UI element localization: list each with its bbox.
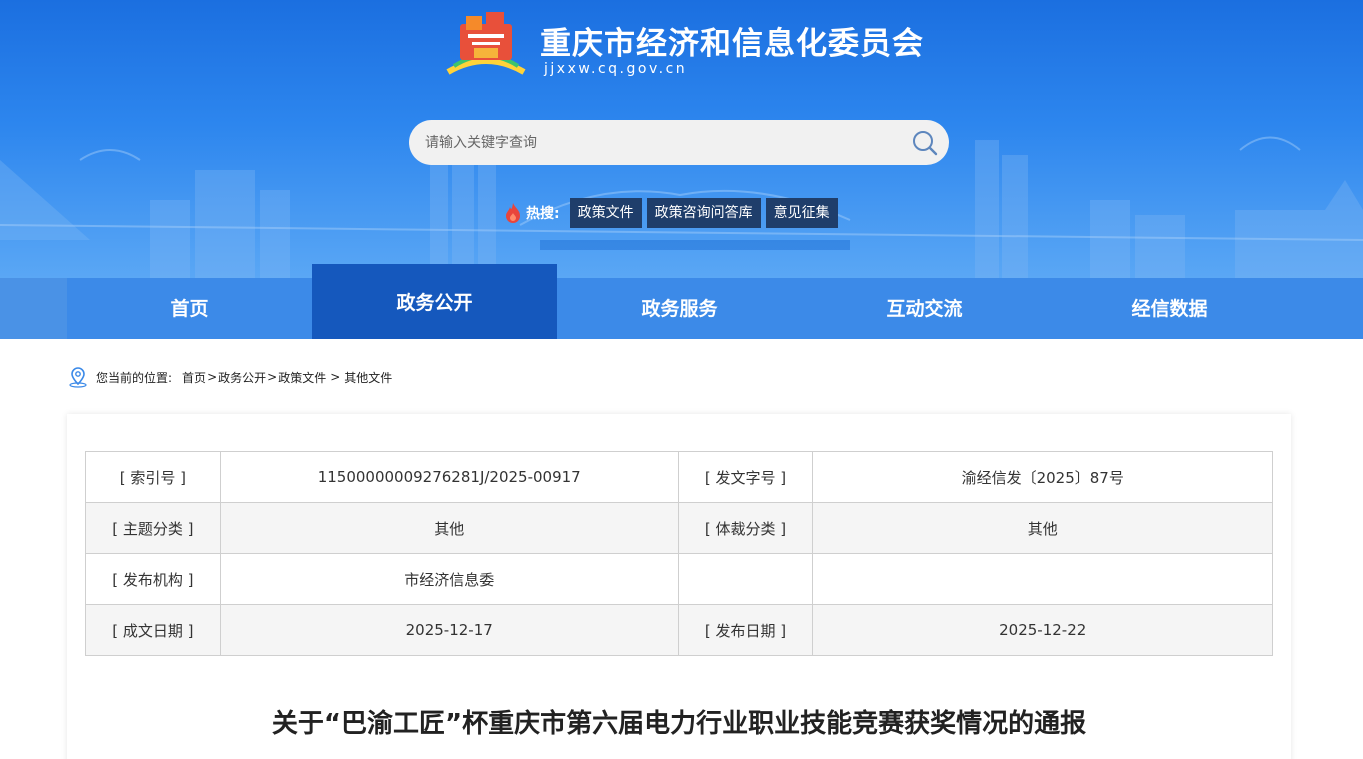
site-title[interactable]: 重庆市经济和信息化委员会 — [540, 18, 924, 63]
header-banner: 重庆市经济和信息化委员会 jjxxw.cq.gov.cn 热搜: 政策文件 政策… — [0, 0, 1363, 278]
meta-key-publisher: [ 发布机构 ] — [85, 553, 221, 605]
meta-value-empty — [812, 553, 1273, 605]
document-title: 关于“巴渝工匠”杯重庆市第六届电力行业职业技能竞赛获奖情况的通报 — [271, 709, 1087, 739]
nav-item-economic-data[interactable]: 经信数据 — [1047, 278, 1292, 339]
hot-tag-policy-qa[interactable]: 政策咨询问答库 — [646, 198, 761, 228]
search-input[interactable] — [425, 120, 895, 165]
meta-value-document-number: 渝经信发〔2025〕87号 — [812, 451, 1273, 503]
meta-key-publish-date: [ 发布日期 ] — [677, 604, 814, 656]
meta-key-written-date: [ 成文日期 ] — [85, 604, 221, 656]
breadcrumb: 您当前的位置: 首页 > 政务公开 > 政策文件 > 其他文件 — [67, 366, 392, 388]
hot-search-bar: 热搜: 政策文件 政策咨询问答库 意见征集 — [504, 198, 843, 228]
search-bar — [409, 120, 949, 165]
nav-item-interaction[interactable]: 互动交流 — [802, 278, 1047, 339]
breadcrumb-government-affairs[interactable]: 政务公开 — [218, 369, 266, 386]
meta-value-publisher: 市经济信息委 — [219, 553, 679, 605]
meta-value-written-date: 2025-12-17 — [219, 604, 679, 656]
site-domain: jjxxw.cq.gov.cn — [544, 61, 688, 77]
breadcrumb-separator: > — [207, 370, 218, 384]
main-nav: 首页 政务公开 政务服务 互动交流 经信数据 — [0, 264, 1363, 339]
document-meta-table: [ 索引号 ] 11500000009276281J/2025-00917 [ … — [85, 451, 1273, 656]
table-row: [ 索引号 ] 11500000009276281J/2025-00917 [ … — [85, 451, 1273, 503]
meta-value-subject: 其他 — [219, 502, 679, 554]
fire-icon — [506, 203, 520, 223]
nav-item-government-services[interactable]: 政务服务 — [557, 278, 802, 339]
breadcrumb-separator: > — [330, 370, 341, 384]
breadcrumb-separator: > — [267, 370, 278, 384]
table-row: [ 主题分类 ] 其他 [ 体裁分类 ] 其他 — [85, 502, 1273, 554]
search-icon[interactable] — [911, 129, 939, 157]
breadcrumb-other-files[interactable]: 其他文件 — [344, 369, 392, 386]
meta-value-genre: 其他 — [812, 502, 1273, 554]
breadcrumb-policy-files[interactable]: 政策文件 — [278, 369, 326, 386]
meta-value-publish-date: 2025-12-22 — [812, 604, 1273, 656]
breadcrumb-home[interactable]: 首页 — [182, 369, 206, 386]
hot-search-label: 热搜: — [526, 206, 560, 222]
meta-value-index-number: 11500000009276281J/2025-00917 — [219, 451, 679, 503]
nav-item-home[interactable]: 首页 — [67, 278, 312, 339]
meta-key-genre: [ 体裁分类 ] — [677, 502, 814, 554]
table-row: [ 成文日期 ] 2025-12-17 [ 发布日期 ] 2025-12-22 — [85, 604, 1273, 656]
location-pin-icon — [69, 367, 87, 388]
hot-tag-opinion-collection[interactable]: 意见征集 — [765, 198, 838, 228]
breadcrumb-label: 您当前的位置: — [96, 370, 173, 385]
meta-key-document-number: [ 发文字号 ] — [677, 451, 814, 503]
meta-key-index-number: [ 索引号 ] — [85, 451, 221, 503]
meta-key-empty — [677, 553, 814, 605]
nav-left-edge — [0, 278, 67, 339]
table-row: [ 发布机构 ] 市经济信息委 — [85, 553, 1273, 605]
logo-emblem-icon — [446, 12, 526, 75]
hot-tag-policy-files[interactable]: 政策文件 — [569, 198, 642, 228]
meta-key-subject: [ 主题分类 ] — [85, 502, 221, 554]
nav-item-government-affairs[interactable]: 政务公开 — [312, 264, 557, 339]
